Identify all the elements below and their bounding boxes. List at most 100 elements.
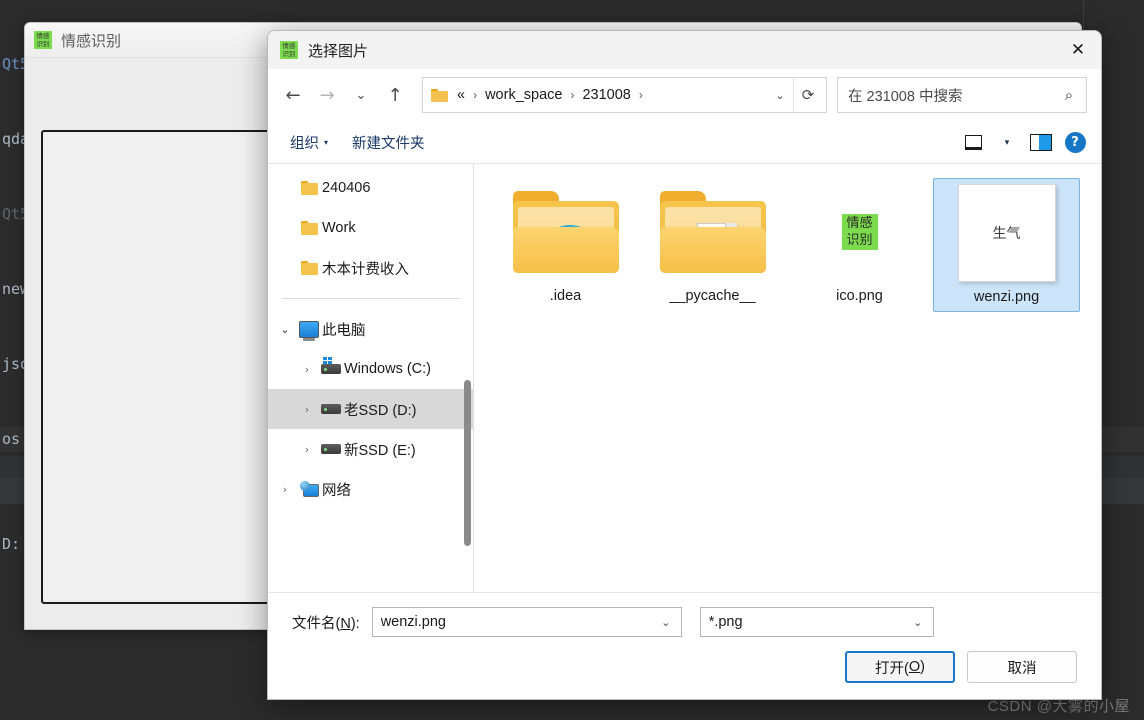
- refresh-icon[interactable]: ⟳: [793, 78, 822, 112]
- sidebar-item-label: 网络: [322, 482, 351, 499]
- file-item-idea[interactable]: .idea: [492, 178, 639, 312]
- chevron-down-icon[interactable]: ⌄: [655, 616, 677, 629]
- view-options-button[interactable]: [957, 127, 989, 157]
- breadcrumb-separator-icon: ›: [570, 88, 575, 102]
- dialog-titlebar: 情感 识别 选择图片 ✕: [268, 31, 1101, 69]
- preview-pane-button[interactable]: [1025, 127, 1057, 157]
- open-label-post: ): [920, 659, 925, 675]
- file-item-label: .idea: [549, 288, 582, 304]
- app-icon-text-bottom: 识别: [36, 40, 50, 48]
- breadcrumb-overflow[interactable]: «: [455, 87, 467, 103]
- file-list[interactable]: .idea __pycache__ 情感 识别 ico.png 生气 wenzi…: [474, 164, 1101, 592]
- organize-button[interactable]: 组织 ▾: [282, 127, 336, 158]
- file-type-filter-select[interactable]: *.png ⌄: [699, 607, 934, 637]
- filename-input[interactable]: wenzi.png ⌄: [371, 607, 682, 637]
- sidebar-scrollbar-thumb[interactable]: [464, 380, 471, 546]
- folder-idea-icon: [511, 184, 621, 280]
- breadcrumb-separator-icon: ›: [473, 88, 478, 102]
- help-button[interactable]: ?: [1059, 127, 1091, 157]
- emotion-recognition-icon: 情感 识别: [34, 31, 52, 49]
- view-options-chevron-button[interactable]: ▾: [991, 127, 1023, 157]
- navigation-sidebar[interactable]: 240406 Work 木本计费收入 ⌄ 此电脑 › Windows (C:) …: [268, 164, 474, 592]
- organize-label: 组织: [290, 135, 319, 152]
- folder-icon: [431, 88, 448, 102]
- breadcrumb-item-231008[interactable]: 231008: [580, 87, 632, 103]
- chevron-down-icon: ▾: [324, 137, 329, 147]
- ico-thumb-text-bottom: 识别: [846, 233, 873, 248]
- chevron-right-icon[interactable]: ›: [296, 443, 318, 456]
- file-item-label: wenzi.png: [973, 289, 1040, 305]
- view-layout-icon: [964, 134, 982, 150]
- folder-icon: [296, 221, 322, 235]
- this-pc-icon: [296, 320, 322, 341]
- network-icon: [296, 481, 322, 497]
- sidebar-item-label: Work: [322, 220, 356, 236]
- address-bar[interactable]: « › work_space › 231008 › ⌄ ⟳: [422, 77, 827, 113]
- sidebar-item-work[interactable]: Work: [268, 208, 473, 248]
- file-item-pycache[interactable]: __pycache__: [639, 178, 786, 312]
- dialog-buttons: 打开(O) 取消: [292, 651, 1077, 683]
- forward-icon[interactable]: →: [310, 78, 344, 112]
- wenzi-thumb-text: 生气: [992, 226, 1021, 242]
- sidebar-item-windows-c[interactable]: › Windows (C:): [268, 349, 473, 389]
- address-chevron-down-icon[interactable]: ⌄: [767, 78, 793, 112]
- close-icon[interactable]: ✕: [1055, 31, 1101, 69]
- drive-icon: [318, 404, 344, 414]
- drive-icon: [318, 444, 344, 454]
- folder-icon: [296, 181, 322, 195]
- qt-window-title: 情感识别: [61, 32, 122, 50]
- wenzi-png-thumbnail: 生气: [952, 184, 1062, 282]
- sidebar-item-label: 木本计费收入: [322, 261, 409, 278]
- sidebar-item-240406[interactable]: 240406: [268, 168, 473, 208]
- filename-value: wenzi.png: [380, 614, 446, 630]
- chevron-down-icon[interactable]: ⌄: [907, 616, 929, 629]
- sidebar-divider: [282, 298, 461, 299]
- filename-row: 文件名(N): wenzi.png ⌄ *.png ⌄: [292, 607, 1077, 637]
- chevron-right-icon[interactable]: ›: [296, 403, 318, 416]
- breadcrumb: « › work_space › 231008 ›: [455, 87, 767, 103]
- sidebar-item-muben[interactable]: 木本计费收入: [268, 248, 473, 288]
- chevron-right-icon[interactable]: ›: [296, 363, 318, 376]
- recent-locations-chevron-down-icon[interactable]: ⌄: [344, 78, 378, 112]
- dialog-toolbar: 组织 ▾ 新建文件夹 ▾ ?: [268, 121, 1101, 164]
- sidebar-item-label: Windows (C:): [344, 361, 432, 377]
- chevron-right-icon[interactable]: ›: [274, 483, 296, 496]
- sidebar-item-label: 此电脑: [322, 322, 366, 339]
- help-icon: ?: [1064, 131, 1086, 153]
- file-item-wenzi-png[interactable]: 生气 wenzi.png: [933, 178, 1080, 312]
- console-line: D:: [2, 535, 21, 553]
- sidebar-item-label: 老SSD (D:): [344, 402, 417, 419]
- sidebar-item-this-pc[interactable]: ⌄ 此电脑: [268, 309, 473, 349]
- back-icon[interactable]: ←: [276, 78, 310, 112]
- dialog-navigation-bar: ← → ⌄ ↑ « › work_space › 231008 › ⌄ ⟳ 在 …: [268, 69, 1101, 121]
- file-item-ico-png[interactable]: 情感 识别 ico.png: [786, 178, 933, 312]
- dialog-app-icon: 情感 识别: [280, 41, 298, 59]
- filename-label-post: ):: [350, 615, 360, 632]
- sidebar-item-old-ssd-d[interactable]: › 老SSD (D:): [268, 389, 473, 429]
- screen: Qt5.QtWidgets import * qda Qt5 new jso o…: [0, 0, 1144, 720]
- breadcrumb-item-work-space[interactable]: work_space: [483, 87, 564, 103]
- chevron-down-icon: ▾: [1004, 136, 1010, 147]
- filename-label: 文件名(N):: [292, 612, 360, 633]
- folder-document-icon: [658, 184, 768, 280]
- sidebar-item-new-ssd-e[interactable]: › 新SSD (E:): [268, 429, 473, 469]
- search-icon: ⌕: [1064, 86, 1074, 104]
- filename-label-key: N: [340, 615, 351, 632]
- up-icon[interactable]: ↑: [378, 78, 412, 112]
- app-icon-text-top: 情感: [36, 32, 50, 40]
- filename-label-pre: 文件名(: [292, 615, 341, 632]
- ico-thumb-text-top: 情感: [846, 216, 873, 231]
- filter-value: *.png: [708, 614, 743, 630]
- breadcrumb-separator-icon: ›: [638, 88, 643, 102]
- chevron-down-icon[interactable]: ⌄: [274, 323, 296, 336]
- open-label-key: O: [908, 659, 921, 675]
- sidebar-item-network[interactable]: › 网络: [268, 469, 473, 509]
- new-folder-button[interactable]: 新建文件夹: [344, 127, 433, 158]
- dialog-title: 选择图片: [308, 42, 369, 60]
- open-button[interactable]: 打开(O): [845, 651, 955, 683]
- search-input[interactable]: 在 231008 中搜索 ⌕: [837, 77, 1087, 113]
- open-label-pre: 打开(: [875, 660, 909, 677]
- cancel-button[interactable]: 取消: [967, 651, 1077, 683]
- dialog-footer: 文件名(N): wenzi.png ⌄ *.png ⌄ 打开(O) 取消: [268, 592, 1101, 699]
- dialog-icon-text-top: 情感: [282, 42, 296, 50]
